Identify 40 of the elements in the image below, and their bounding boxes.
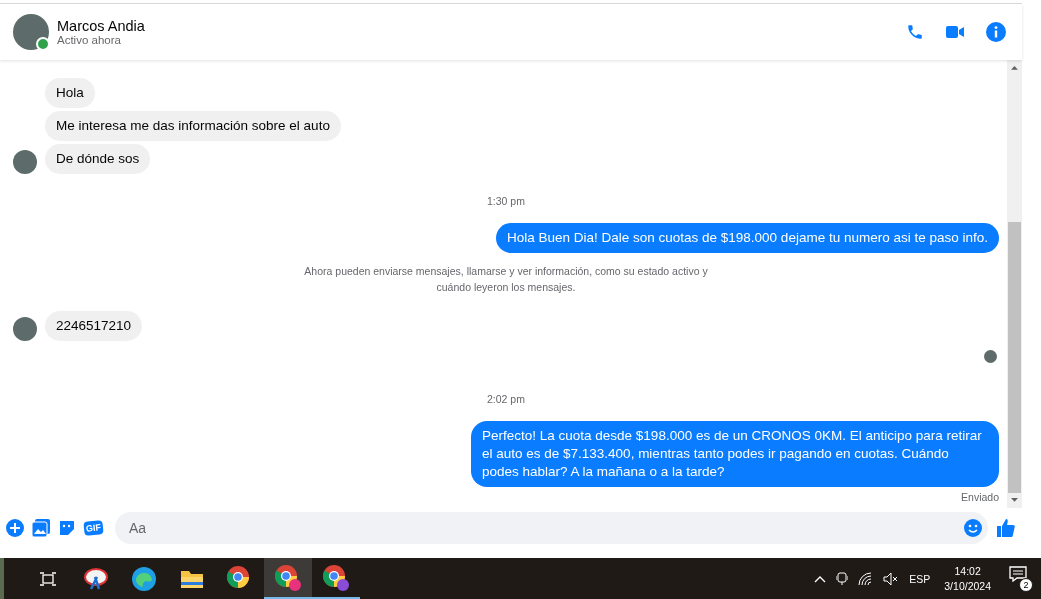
message-field[interactable]: Aa: [115, 512, 988, 544]
emoji-icon[interactable]: [964, 519, 982, 537]
timestamp: 2:02 pm: [487, 393, 525, 405]
message-bubble: 2246517210: [45, 311, 143, 341]
sticker-icon[interactable]: [58, 519, 76, 537]
muted-speaker-icon[interactable]: [883, 571, 900, 586]
gif-button[interactable]: GIF: [83, 520, 104, 536]
message-bubble: Hola: [45, 78, 95, 108]
message-bubble: De dónde sos: [45, 144, 151, 174]
notice-text: Ahora pueden enviarse mensajes, llamarse y ver información, como su estado activo y cuándo leyeron los mensajes.: [303, 264, 709, 295]
seen-avatar: [984, 350, 997, 363]
contact-name[interactable]: Marcos Andia: [57, 18, 898, 34]
clock[interactable]: 14:02 3/10/2024: [944, 563, 991, 594]
folder-icon[interactable]: [180, 568, 204, 589]
message-bubble: Me interesa me das información sobre el auto: [45, 111, 341, 141]
phone-icon[interactable]: [906, 23, 924, 41]
video-camera-icon[interactable]: [946, 25, 964, 39]
language-indicator[interactable]: ESP: [909, 572, 931, 585]
wifi-icon[interactable]: [858, 571, 874, 586]
task-view-icon[interactable]: [40, 571, 56, 586]
scissors-icon[interactable]: [83, 566, 109, 591]
edge-icon[interactable]: [131, 565, 157, 592]
message-bubble: Perfecto! La cuota desde $198.000 es de un CRONOS 0KM. El anticipo para retirar el auto es de $7.133.400, mientras tanto podes ir pagando en cuotas. Cuándo podes hablar? A la mañana o a la tarde?: [471, 421, 999, 487]
plus-icon[interactable]: [6, 519, 24, 537]
avatar: [13, 317, 37, 341]
info-icon[interactable]: [986, 22, 1006, 42]
thumbs-up-icon[interactable]: [996, 518, 1016, 538]
chevron-up-icon[interactable]: [814, 574, 827, 583]
notification-button[interactable]: 2: [1009, 565, 1033, 592]
avatar: [13, 150, 37, 174]
chrome-icon[interactable]: [322, 563, 350, 592]
chrome-icon[interactable]: [274, 563, 302, 592]
sent-status: Enviado: [961, 491, 999, 503]
contact-status: Activo ahora: [57, 34, 122, 46]
message-bubble: Hola Buen Dia! Dale son cuotas de $198.000 dejame tu numero asi te paso info.: [495, 223, 999, 253]
scrollbar[interactable]: [1007, 60, 1022, 508]
timestamp: 1:30 pm: [487, 195, 525, 207]
photo-icon[interactable]: [32, 519, 50, 537]
avatar[interactable]: [13, 14, 49, 50]
message-input[interactable]: Aa: [127, 519, 964, 537]
